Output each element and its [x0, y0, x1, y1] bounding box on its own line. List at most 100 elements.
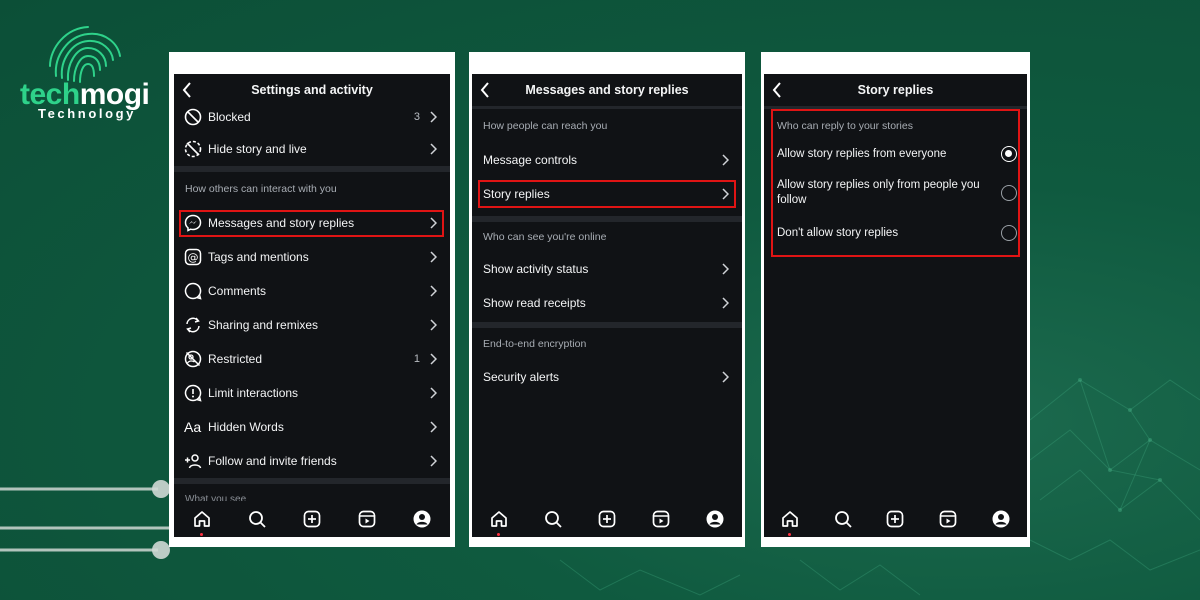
- settings-row-follow-invite[interactable]: Follow and invite friends: [174, 444, 450, 478]
- row-label: Limit interactions: [208, 386, 299, 400]
- create-icon[interactable]: [596, 508, 618, 530]
- settings-row-limit-interactions[interactable]: Limit interactions: [174, 376, 450, 410]
- back-icon[interactable]: [772, 81, 788, 99]
- comment-icon: [184, 281, 208, 301]
- hide-story-icon: [184, 139, 208, 159]
- row-label: Security alerts: [483, 370, 560, 384]
- create-icon[interactable]: [884, 508, 906, 530]
- profile-icon[interactable]: [704, 508, 726, 530]
- chevron-right-icon: [430, 353, 440, 365]
- row-label: Comments: [208, 284, 267, 298]
- add-person-icon: [184, 451, 208, 471]
- option-people-you-follow[interactable]: Allow story replies only from people you…: [764, 171, 1027, 215]
- chevron-right-icon: [722, 371, 732, 383]
- search-icon[interactable]: [542, 508, 564, 530]
- screenshot-frame-story-replies: Story replies Who can reply to your stor…: [761, 52, 1030, 547]
- radio-unselected[interactable]: [1001, 225, 1017, 241]
- chevron-right-icon: [722, 154, 732, 166]
- radio-unselected[interactable]: [1001, 185, 1017, 201]
- at-icon: @: [184, 247, 208, 267]
- row-label: Follow and invite friends: [208, 454, 337, 468]
- profile-icon[interactable]: [990, 508, 1012, 530]
- screenshot-frame-messages: Messages and story replies How people ca…: [469, 52, 745, 547]
- row-label: Message controls: [483, 153, 578, 167]
- remix-icon: [184, 315, 208, 335]
- profile-icon[interactable]: [411, 508, 433, 530]
- option-label: Allow story replies only from people you…: [777, 179, 980, 206]
- section-divider: [174, 478, 450, 484]
- messages-screen: Messages and story replies How people ca…: [472, 74, 742, 537]
- row-label: Hidden Words: [208, 420, 284, 434]
- chevron-right-icon: [430, 111, 440, 123]
- page-title: Settings and activity: [251, 83, 373, 97]
- limit-icon: [184, 383, 208, 403]
- screenshot-frame-settings: Settings and activity Blocked 3 Hide sto…: [169, 52, 455, 547]
- home-icon[interactable]: [191, 508, 213, 536]
- settings-row-blocked[interactable]: Blocked 3: [174, 102, 450, 132]
- page-title: Messages and story replies: [525, 83, 689, 97]
- row-label: Sharing and remixes: [208, 318, 319, 332]
- row-label: Show activity status: [483, 262, 589, 276]
- chevron-right-icon: [430, 387, 440, 399]
- row-label: Tags and mentions: [208, 250, 309, 264]
- text-aa-icon: Aa: [184, 419, 202, 435]
- section-header: Who can reply to your stories: [777, 120, 913, 132]
- reply-options-group: Who can reply to your stories Allow stor…: [764, 109, 1027, 257]
- read-receipts-row[interactable]: Show read receipts: [472, 286, 742, 320]
- chevron-right-icon: [722, 188, 732, 200]
- home-icon[interactable]: [779, 508, 801, 536]
- message-controls-row[interactable]: Message controls: [472, 143, 742, 177]
- row-label: Messages and story replies: [208, 216, 355, 230]
- row-count: 1: [413, 353, 420, 365]
- section-header: Who can see you're online: [483, 231, 607, 243]
- row-label: Show read receipts: [483, 296, 586, 310]
- row-label: Hide story and live: [208, 142, 307, 156]
- section-header: How others can interact with you: [185, 183, 337, 195]
- row-label: Restricted: [208, 352, 263, 366]
- logo-tagline: Technology: [38, 106, 136, 121]
- security-alerts-row[interactable]: Security alerts: [472, 360, 742, 394]
- restricted-icon: [184, 349, 208, 369]
- story-replies-row[interactable]: Story replies: [472, 177, 742, 211]
- option-dont-allow[interactable]: Don't allow story replies: [764, 215, 1027, 251]
- option-label: Don't allow story replies: [777, 226, 899, 239]
- chevron-right-icon: [430, 421, 440, 433]
- create-icon[interactable]: [301, 508, 323, 530]
- search-icon[interactable]: [832, 508, 854, 530]
- row-label: Story replies: [483, 187, 550, 201]
- reels-icon[interactable]: [356, 508, 378, 530]
- blocked-icon: [184, 107, 208, 127]
- settings-row-comments[interactable]: Comments: [174, 274, 450, 308]
- page-title: Story replies: [857, 83, 934, 97]
- bottom-tab-bar: [472, 501, 742, 537]
- settings-row-hide-story[interactable]: Hide story and live: [174, 132, 450, 166]
- option-label: Allow story replies from everyone: [777, 147, 947, 160]
- radio-selected[interactable]: [1001, 146, 1017, 162]
- reels-icon[interactable]: [937, 508, 959, 530]
- settings-row-messages-story-replies[interactable]: Messages and story replies: [174, 206, 450, 240]
- reels-icon[interactable]: [650, 508, 672, 530]
- back-icon[interactable]: [480, 81, 496, 99]
- section-header: End-to-end encryption: [483, 338, 587, 350]
- settings-screen: Settings and activity Blocked 3 Hide sto…: [174, 74, 450, 537]
- settings-row-hidden-words[interactable]: Aa Hidden Words: [174, 410, 450, 444]
- settings-row-sharing-remixes[interactable]: Sharing and remixes: [174, 308, 450, 342]
- chevron-right-icon: [430, 143, 440, 155]
- techmogi-logo: techmogi Technology: [20, 26, 170, 126]
- chevron-right-icon: [430, 251, 440, 263]
- chevron-right-icon: [430, 455, 440, 467]
- section-divider: [764, 106, 1027, 109]
- home-icon[interactable]: [488, 508, 510, 536]
- back-icon[interactable]: [182, 81, 198, 99]
- section-header: How people can reach you: [483, 120, 608, 132]
- settings-row-tags-mentions[interactable]: @ Tags and mentions: [174, 240, 450, 274]
- chevron-right-icon: [430, 217, 440, 229]
- activity-status-row[interactable]: Show activity status: [472, 252, 742, 286]
- svg-text:@: @: [188, 251, 199, 264]
- bottom-tab-bar: [764, 501, 1027, 537]
- chevron-right-icon: [722, 297, 732, 309]
- settings-row-restricted[interactable]: Restricted 1: [174, 342, 450, 376]
- search-icon[interactable]: [246, 508, 268, 530]
- option-everyone[interactable]: Allow story replies from everyone: [764, 137, 1027, 171]
- messenger-icon: [184, 213, 208, 233]
